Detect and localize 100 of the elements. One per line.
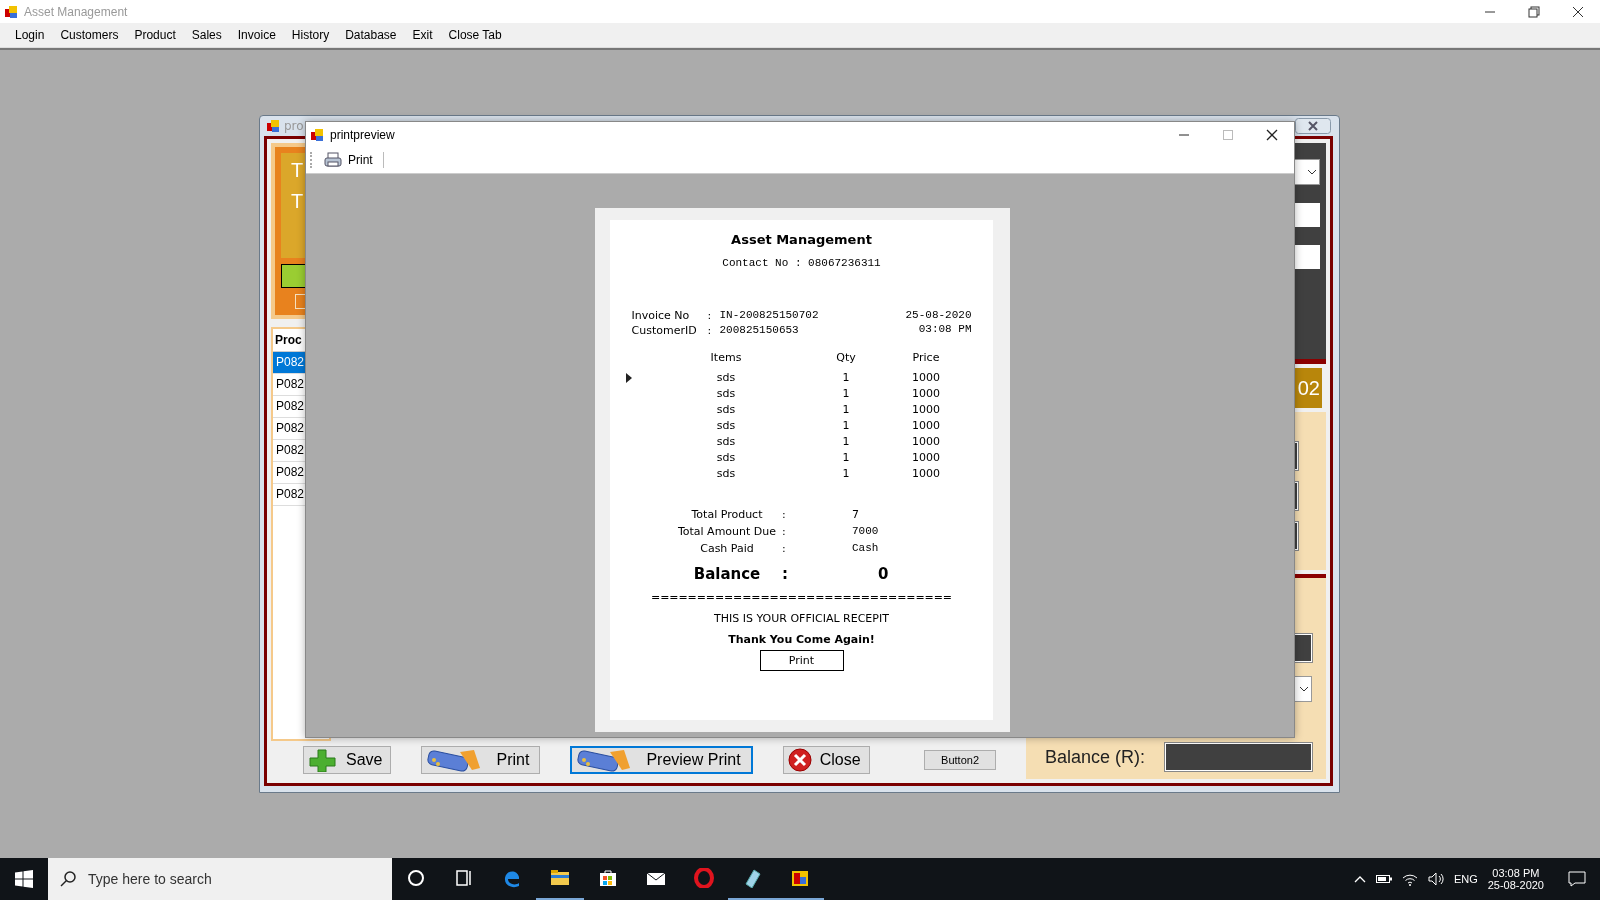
chevron-up-icon[interactable] (1353, 875, 1366, 883)
menu-item[interactable]: Sales (184, 26, 229, 44)
table-cell-text: 1 (841, 387, 851, 400)
table-cell-text: 1000 (911, 467, 941, 480)
close-button[interactable]: Close (782, 746, 870, 774)
separator-text: : (707, 324, 713, 337)
total-label: Total Amount Due (676, 525, 778, 538)
invoice-time: 03:08 PM (918, 323, 972, 335)
table-cell-text: 1000 (911, 419, 941, 432)
app-icon (4, 4, 18, 19)
table-cell-text: sds (715, 451, 737, 464)
table-cell-text: 1000 (911, 387, 941, 400)
balance-value: 0 (877, 565, 890, 583)
panel-text: T (291, 159, 305, 182)
company-name: Asset Management (731, 232, 872, 247)
windows-start-icon[interactable] (15, 870, 33, 888)
close-icon[interactable] (1266, 128, 1278, 141)
window-title: Asset Management (24, 4, 128, 19)
app-icon (310, 127, 324, 142)
total-value: 7000 (852, 525, 880, 538)
printer-icon (324, 152, 342, 168)
thank-you-text: Thank You Come Again! (728, 633, 875, 646)
table-cell-text: 1000 (911, 451, 941, 464)
table-cell-text: 1 (841, 403, 851, 416)
clock-date[interactable]: 25-08-2020 (1487, 879, 1544, 891)
window-title: pro (284, 119, 304, 133)
table-cell-text: sds (715, 435, 737, 448)
app-icon (266, 119, 280, 133)
table-cell-text: sds (715, 467, 737, 480)
circle-icon (406, 868, 426, 888)
menu-item[interactable]: Exit (405, 26, 440, 44)
speaker-icon[interactable] (1427, 872, 1444, 886)
close-icon (787, 748, 812, 772)
plus-icon (308, 748, 338, 772)
menu-item[interactable]: Invoice (230, 26, 283, 44)
table-cell-text: 1000 (911, 371, 941, 384)
total-label: Cash Paid (699, 542, 755, 555)
close-icon[interactable] (1572, 5, 1584, 18)
chevron-down-icon (1305, 167, 1319, 177)
task-view-icon (454, 868, 474, 888)
notification-icon[interactable] (1568, 871, 1586, 887)
restore-icon[interactable] (1528, 5, 1540, 18)
column-header: Price (911, 351, 941, 364)
search-icon (60, 871, 76, 887)
close-button[interactable] (1295, 118, 1331, 134)
table-cell-text: 1000 (911, 403, 941, 416)
field-value: 200825150653 (719, 324, 800, 337)
total-value: 7 (852, 508, 860, 521)
chevron-down-icon (1297, 684, 1311, 694)
contact-number: Contact No : 08067236311 (722, 257, 881, 269)
field-label: CustomerID (631, 324, 698, 337)
menu-item[interactable]: Product (127, 26, 183, 44)
separator-text: : (782, 525, 787, 538)
wifi-icon[interactable] (1401, 872, 1418, 886)
field-value: IN-200825150702 (719, 309, 819, 322)
table-cell-text: 1 (841, 451, 851, 464)
shopping-bag-icon (598, 868, 618, 888)
table-cell-text: sds (715, 371, 737, 384)
invoice-date: 25-08-2020 (905, 309, 972, 321)
column-header: Items (709, 351, 743, 364)
separator-text: : (782, 508, 787, 521)
receipt-notice: THIS IS YOUR OFFICIAL RECEPIT (714, 612, 889, 625)
window-title: printpreview (330, 127, 395, 142)
print-button[interactable]: Print (759, 650, 844, 671)
field-label: Invoice No (631, 309, 691, 322)
column-header: Qty (835, 351, 857, 364)
clock-time[interactable]: 03:08 PM (1492, 867, 1540, 879)
menu-item[interactable]: Database (338, 26, 404, 44)
print-button[interactable]: Print (320, 150, 377, 170)
table-cell-text: 1000 (911, 435, 941, 448)
separator-text: : (707, 309, 713, 322)
menu-item[interactable]: Close Tab (441, 26, 509, 44)
total-label: Total Product (690, 508, 764, 521)
ring-icon (694, 868, 714, 888)
save-button[interactable]: Save (303, 746, 392, 774)
print-button[interactable]: Print (421, 746, 541, 774)
search-field[interactable]: Type here to search (48, 858, 392, 900)
field-label: Balance (R): (1044, 746, 1145, 768)
table-cell-text: 1 (841, 435, 851, 448)
separator-line-text: ================================= (651, 591, 952, 604)
separator-text: : (782, 542, 787, 555)
separator-text: : (782, 565, 789, 583)
total-value: Cash (852, 542, 880, 555)
app-window-icon (790, 868, 810, 888)
menu-item[interactable]: Login (8, 26, 52, 44)
table-cell-text: sds (715, 387, 737, 400)
battery-icon[interactable] (1375, 874, 1392, 884)
folder-icon (550, 868, 570, 888)
language-indicator[interactable]: ENG (1453, 873, 1478, 885)
table-cell-text: 1 (841, 371, 851, 384)
button[interactable]: Button2 (924, 750, 996, 770)
menu-item[interactable]: History (284, 26, 337, 44)
table-cell-text: sds (715, 419, 737, 432)
panel-text: T (291, 190, 305, 213)
table-cell-text: 1 (841, 419, 851, 432)
table-cell-text: 1 (841, 467, 851, 480)
table-cell-text: sds (715, 403, 737, 416)
balance-label: Balance (692, 565, 762, 583)
menu-item[interactable]: Customers (53, 26, 126, 44)
print-button[interactable]: Preview Print (570, 746, 753, 774)
